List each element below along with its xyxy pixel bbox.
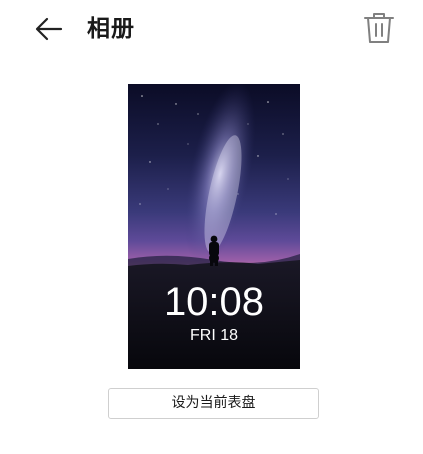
delete-button[interactable] [362,10,396,46]
watchface-time: 10:08 [163,280,265,324]
top-app-bar: 相册 [0,0,423,58]
watchface-date: FRI 18 [189,327,238,344]
watchface-preview: 10:08 FRI 18 [128,84,300,369]
back-button[interactable] [31,11,67,47]
trash-icon [364,13,394,43]
set-current-watchface-button[interactable]: 设为当前表盘 [108,388,319,419]
arrow-left-icon [35,17,63,41]
page-title: 相册 [87,16,135,42]
